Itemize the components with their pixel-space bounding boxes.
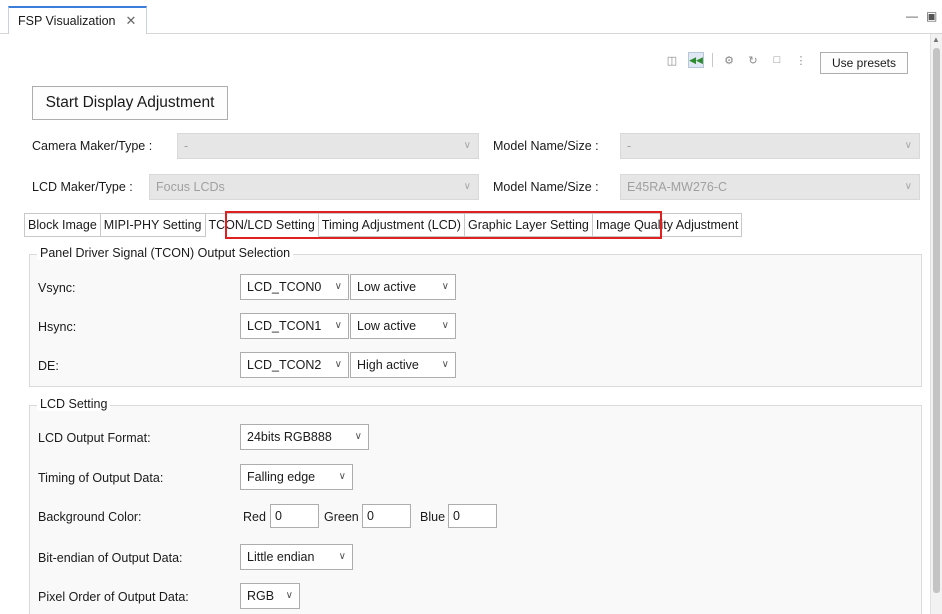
chevron-down-icon: ∨ [338, 551, 346, 562]
chevron-down-icon: ∨ [463, 140, 471, 151]
chevron-down-icon: ∨ [904, 140, 912, 151]
chevron-down-icon: ∨ [354, 431, 362, 442]
pixel-order-select[interactable]: RGB ∨ [240, 583, 300, 609]
maximize-icon[interactable]: ▣ [926, 9, 937, 23]
de-signal-select[interactable]: LCD_TCON2 ∨ [240, 352, 349, 378]
green-label: Green [324, 510, 359, 524]
tab-mipi-phy-setting[interactable]: MIPI-PHY Setting [100, 213, 206, 237]
settings-tabs: Block Image MIPI-PHY Setting TCON/LCD Se… [24, 213, 743, 237]
de-signal-value: LCD_TCON2 [247, 358, 322, 372]
camera-maker-select[interactable]: - ∨ [177, 133, 479, 159]
chevron-down-icon: ∨ [334, 320, 342, 331]
red-label: Red [243, 510, 266, 524]
bit-endian-value: Little endian [247, 550, 315, 564]
bit-endian-select[interactable]: Little endian ∨ [240, 544, 353, 570]
scrollbar-thumb[interactable] [933, 48, 940, 593]
tcon-group-title: Panel Driver Signal (TCON) Output Select… [37, 246, 294, 260]
vsync-polarity-select[interactable]: Low active ∨ [350, 274, 456, 300]
lcd-maker-value: Focus LCDs [156, 180, 225, 194]
blue-label: Blue [420, 510, 446, 524]
more-icon[interactable]: ⋮ [793, 52, 809, 68]
hsync-polarity-value: Low active [357, 319, 417, 333]
green-input[interactable]: 0 [362, 504, 411, 528]
pixel-order-label: Pixel Order of Output Data: [38, 590, 189, 604]
hsync-label: Hsync: [38, 320, 77, 334]
blue-input[interactable]: 0 [448, 504, 497, 528]
lcd-group-title: LCD Setting [37, 397, 111, 411]
lcd-model-label: Model Name/Size : [493, 180, 599, 194]
tab-block-image[interactable]: Block Image [24, 213, 101, 237]
chevron-down-icon: ∨ [441, 281, 449, 292]
camera-maker-label: Camera Maker/Type : [32, 139, 153, 153]
timing-output-value: Falling edge [247, 470, 316, 484]
lcd-maker-select[interactable]: Focus LCDs ∨ [149, 174, 479, 200]
layout-icon[interactable]: □ [769, 52, 785, 68]
chevron-down-icon: ∨ [904, 181, 912, 192]
view-tab-fsp-visualization[interactable]: FSP Visualization ✕ [8, 6, 148, 34]
background-color-label: Background Color: [38, 510, 142, 524]
lcd-model-value: E45RA-MW276-C [627, 180, 728, 194]
lcd-model-select[interactable]: E45RA-MW276-C ∨ [620, 174, 920, 200]
camera-maker-value: - [184, 139, 189, 153]
timing-output-label: Timing of Output Data: [38, 471, 164, 485]
chevron-down-icon: ∨ [441, 359, 449, 370]
hsync-signal-select[interactable]: LCD_TCON1 ∨ [240, 313, 349, 339]
output-format-label: LCD Output Format: [38, 431, 151, 445]
use-presets-button[interactable]: Use presets [820, 52, 908, 74]
chevron-down-icon: ∨ [285, 590, 293, 601]
camera-model-select[interactable]: - ∨ [620, 133, 920, 159]
monitor-icon[interactable]: ◫ [664, 52, 680, 68]
hsync-polarity-select[interactable]: Low active ∨ [350, 313, 456, 339]
rewind-icon[interactable]: ◀◀ [688, 52, 704, 68]
de-label: DE: [38, 359, 59, 373]
tab-timing-adjustment-lcd[interactable]: Timing Adjustment (LCD) [318, 213, 465, 237]
vsync-signal-value: LCD_TCON0 [247, 280, 322, 294]
chevron-down-icon: ∨ [334, 359, 342, 370]
start-display-adjustment-button[interactable]: Start Display Adjustment [32, 86, 228, 120]
scroll-up-icon[interactable]: ▲ [932, 35, 940, 44]
vertical-scrollbar[interactable]: ▲ [930, 34, 942, 614]
chevron-down-icon: ∨ [338, 471, 346, 482]
toolbar: ◫ ◀◀ ⚙ ↻ □ ⋮ [664, 52, 809, 68]
de-polarity-select[interactable]: High active ∨ [350, 352, 456, 378]
chevron-down-icon: ∨ [334, 281, 342, 292]
red-input[interactable]: 0 [270, 504, 319, 528]
filter-icon[interactable]: ⚙ [721, 52, 737, 68]
minimize-icon[interactable]: — [906, 9, 918, 23]
close-icon[interactable]: ✕ [126, 13, 137, 29]
camera-model-label: Model Name/Size : [493, 139, 599, 153]
chevron-down-icon: ∨ [441, 320, 449, 331]
tcon-output-group [29, 254, 922, 387]
camera-model-value: - [627, 139, 632, 153]
pixel-order-value: RGB [247, 589, 275, 603]
vsync-polarity-value: Low active [357, 280, 417, 294]
lcd-maker-label: LCD Maker/Type : [32, 180, 133, 194]
tab-graphic-layer-setting[interactable]: Graphic Layer Setting [464, 213, 593, 237]
bit-endian-label: Bit-endian of Output Data: [38, 551, 183, 565]
vsync-signal-select[interactable]: LCD_TCON0 ∨ [240, 274, 349, 300]
tab-tcon-lcd-setting[interactable]: TCON/LCD Setting [205, 213, 319, 237]
de-polarity-value: High active [357, 358, 419, 372]
view-tab-title: FSP Visualization [18, 14, 116, 28]
refresh-icon[interactable]: ↻ [745, 52, 761, 68]
toolbar-separator [712, 53, 713, 67]
vsync-label: Vsync: [38, 281, 76, 295]
hsync-signal-value: LCD_TCON1 [247, 319, 322, 333]
tab-image-quality-adjustment[interactable]: Image Quality Adjustment [592, 213, 743, 237]
chevron-down-icon: ∨ [463, 181, 471, 192]
timing-output-select[interactable]: Falling edge ∨ [240, 464, 353, 490]
view-tab-bar: FSP Visualization ✕ — ▣ [0, 0, 942, 34]
output-format-value: 24bits RGB888 [247, 430, 332, 444]
output-format-select[interactable]: 24bits RGB888 ∨ [240, 424, 369, 450]
